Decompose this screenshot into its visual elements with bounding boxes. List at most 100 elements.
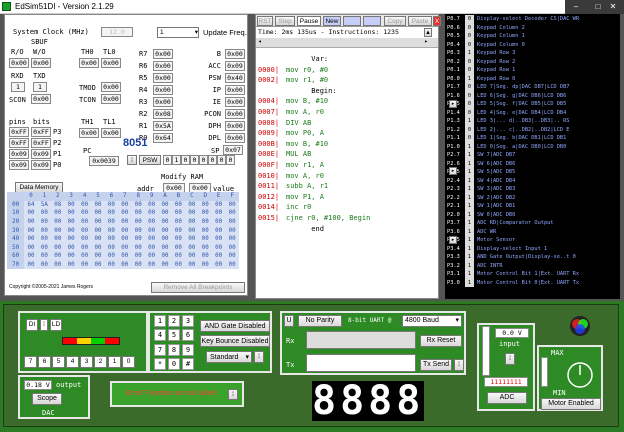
pin-value[interactable]: 0 [465,23,474,32]
memory-cell[interactable]: 00 [211,260,226,270]
save-button[interactable] [363,16,381,26]
th0-value[interactable]: 0x00 [79,58,99,68]
memory-cell[interactable]: 00 [118,243,132,253]
pin-value[interactable]: 0 [465,91,474,100]
pin-value[interactable]: 0 [465,66,474,75]
memory-cell[interactable]: 00 [118,217,132,227]
code-line[interactable]: 0012| mov P1, A [258,192,438,203]
pin-value[interactable]: 1 [465,151,474,160]
memory-cell[interactable]: 00 [225,226,239,235]
memory-cell[interactable]: 00 [77,260,92,270]
code-line[interactable]: 0004| mov B, #10 [258,96,438,107]
pin-value[interactable]: 1 [465,219,474,228]
pin-value[interactable]: 1 [465,236,474,245]
memory-cell[interactable]: 00 [185,200,199,210]
memory-cell[interactable]: 00 [37,217,52,227]
memory-cell[interactable]: 00 [225,252,239,261]
switch-7[interactable]: 7 [24,356,37,368]
key-hash[interactable]: # [182,358,194,370]
memory-cell[interactable]: 00 [51,209,65,218]
tmod-value[interactable]: 0x00 [101,82,121,92]
pin-value[interactable]: 1 [465,185,474,194]
pin-value[interactable]: 0 [465,83,474,92]
memory-cell[interactable]: 00 [198,226,212,235]
memory-cell[interactable]: 00 [77,234,92,244]
code-line[interactable]: end [258,224,438,235]
minimize-button[interactable]: – [565,0,587,14]
switch-5[interactable]: 5 [52,356,65,368]
memory-cell[interactable]: 00 [24,217,38,227]
pin-value[interactable]: 1 [465,142,474,151]
memory-cell[interactable]: 00 [64,226,78,235]
memory-cell[interactable]: 00 [24,209,38,218]
pin-value[interactable]: 0 [465,32,474,41]
up-arrow-icon[interactable]: ▲ [424,28,432,37]
port1-toggle-icon[interactable]: ▸ [449,100,457,108]
tx-edit-button[interactable]: ⁞ [454,359,464,371]
bounce-mode-select[interactable]: Standard ▾ [206,351,252,363]
memory-cell[interactable]: 00 [185,217,199,227]
key-6[interactable]: 6 [182,329,194,341]
memory-cell[interactable]: 00 [198,260,212,270]
code-line[interactable]: 000B| mov B, #10 [258,139,438,150]
memory-cell[interactable]: 00 [198,234,212,244]
memory-cell[interactable]: 00 [24,252,38,261]
memory-cell[interactable]: 00 [158,252,172,261]
new-button[interactable]: New [323,16,341,26]
key-8[interactable]: 8 [168,344,180,356]
psw-bit[interactable]: 0 [199,155,208,165]
pause-button[interactable]: Pause [297,16,321,26]
port3-toggle-icon[interactable]: ▸ [449,236,457,244]
memory-cell[interactable]: 00 [211,209,226,218]
remove-breakpoints-button[interactable]: Remove All Breakpoints [151,282,245,293]
color-wheel-icon[interactable] [569,315,591,337]
memory-cell[interactable]: 00 [171,260,186,270]
uart-toggle[interactable]: U [284,315,294,327]
memory-cell[interactable]: 00 [211,243,226,253]
memory-cell[interactable]: 00 [24,234,38,244]
memory-cell[interactable]: 00 [51,252,65,261]
memory-cell[interactable]: 00 [118,209,132,218]
copy-button[interactable]: Copy [384,16,406,26]
memory-cell[interactable]: 00 [77,200,92,210]
memory-cell[interactable]: 00 [211,200,226,210]
psw-bit[interactable]: 0 [217,155,226,165]
code-line[interactable]: 0014| inc r0 [258,202,438,213]
th1-value[interactable]: 0x00 [79,128,99,138]
pin-value[interactable]: 1 [465,193,474,202]
di-button[interactable]: DI [26,319,38,331]
load-button[interactable] [343,16,361,26]
pin-value[interactable]: 0 [465,134,474,143]
horizontal-scrollbar[interactable]: ◂ ▸ [256,38,438,48]
memory-cell[interactable]: 00 [225,243,239,253]
txd-value[interactable]: 1 [33,82,47,92]
memory-cell[interactable]: 00 [158,200,172,210]
code-line[interactable]: 0009| mov P0, A [258,128,438,139]
memory-cell[interactable]: 00 [37,226,52,235]
key-3[interactable]: 3 [182,315,194,327]
memory-cell[interactable]: 00 [144,200,159,210]
close-code-button[interactable]: X [433,16,441,26]
pin-value[interactable]: 0 [465,100,474,109]
psw-bit[interactable]: 0 [226,155,235,165]
memory-cell[interactable]: 00 [91,260,105,270]
memory-cell[interactable]: 00 [118,234,132,244]
memory-cell[interactable]: 00 [104,252,119,261]
memory-cell[interactable]: 00 [211,234,226,244]
code-line[interactable]: 0002| mov r1, #0 [258,75,438,86]
memory-cell[interactable]: 00 [144,260,159,270]
memory-cell[interactable]: 00 [185,209,199,218]
reset-button[interactable]: RST [257,16,273,26]
memory-cell[interactable]: 00 [104,217,119,227]
memory-cell[interactable]: 00 [64,243,78,253]
code-line[interactable]: 0007| mov A, r0 [258,107,438,118]
memory-cell[interactable]: 00 [171,226,186,235]
key-star[interactable]: * [154,358,166,370]
memory-cell[interactable]: 00 [77,243,92,253]
code-line[interactable]: 0015| cjne r0, #100, Begin [258,213,438,224]
memory-cell[interactable]: 00 [131,217,145,227]
key-bounce-button[interactable]: Key Bounce Disabled [200,335,270,347]
tx-send-button[interactable]: Tx Send [420,359,452,371]
memory-cell[interactable]: 00 [24,226,38,235]
memory-cell[interactable]: 00 [158,226,172,235]
